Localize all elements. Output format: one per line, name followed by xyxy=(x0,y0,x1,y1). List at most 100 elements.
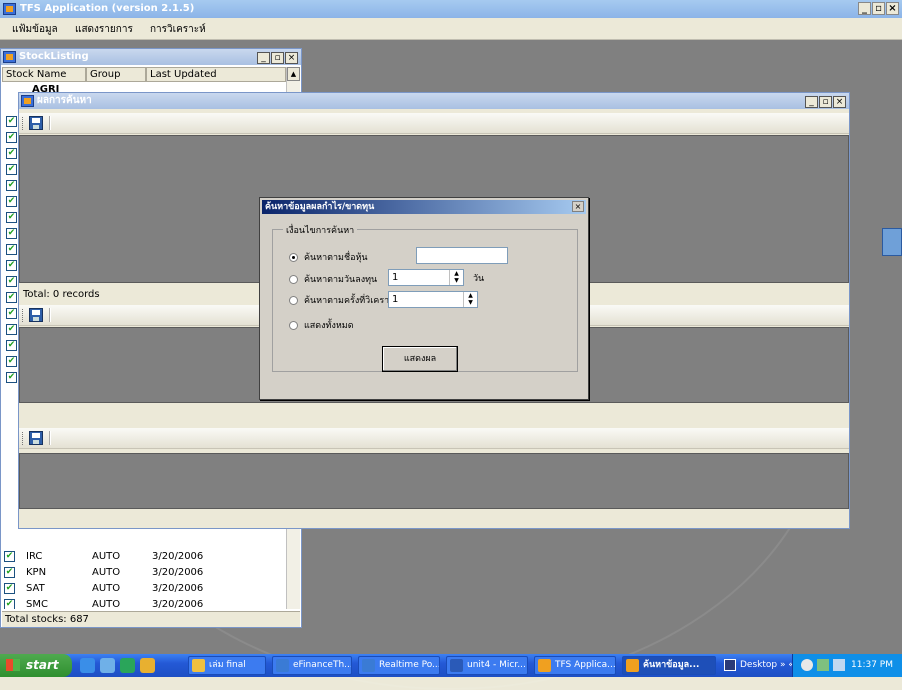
row-checkbox[interactable]: ✔ xyxy=(6,292,17,303)
stock-group-cell: AUTO xyxy=(92,583,121,594)
radio-show-all[interactable]: แสดงทั้งหมด xyxy=(289,318,354,332)
row-checkbox[interactable]: ✔ xyxy=(6,196,17,207)
row-checkbox[interactable]: ✔ xyxy=(6,260,17,271)
stock-listing-title-bar[interactable]: StockListing _ ▫ × xyxy=(1,49,301,65)
menu-list[interactable]: แสดงรายการ xyxy=(75,22,133,37)
result-title-bar[interactable]: ผลการค้นหา _ ▫ × xyxy=(19,93,849,109)
row-checkbox[interactable]: ✔ xyxy=(4,599,15,609)
network-icon[interactable] xyxy=(817,659,829,671)
radio-icon[interactable] xyxy=(289,321,298,330)
ie-icon[interactable] xyxy=(80,658,95,673)
task-button-search[interactable]: ค้นหาข้อมูล... xyxy=(622,656,716,675)
menu-file[interactable]: แฟ้มข้อมูล xyxy=(12,22,58,37)
messenger-icon[interactable] xyxy=(100,658,115,673)
task-button-final[interactable]: เล่ม final xyxy=(188,656,266,675)
result-grid-3[interactable] xyxy=(19,453,849,509)
stock-minimize-button[interactable]: _ xyxy=(257,52,270,64)
column-header-group[interactable]: Group xyxy=(86,67,146,82)
toolbar-grip[interactable] xyxy=(22,117,25,130)
days-stepper[interactable]: 1 ▲ ▼ xyxy=(388,269,464,286)
toolbar-grip[interactable] xyxy=(22,309,25,322)
row-checkbox[interactable]: ✔ xyxy=(6,228,17,239)
radio-search-by-analysis[interactable]: ค้นหาตามครั้งที่วิเคราะห์ xyxy=(289,293,400,307)
stock-name-cell: IRC xyxy=(26,551,43,562)
toolbar-grip[interactable] xyxy=(22,432,25,445)
task-button-realtime[interactable]: Realtime Po... xyxy=(358,656,440,675)
scroll-up-arrow-icon[interactable]: ▲ xyxy=(287,67,300,81)
analysis-spin-buttons[interactable]: ▲ ▼ xyxy=(463,292,477,307)
row-checkbox[interactable]: ✔ xyxy=(6,212,17,223)
app-title-bar[interactable]: TFS Application (version 2.1.5) _ ▫ × xyxy=(0,0,902,18)
radio-search-by-name[interactable]: ค้นหาตามชื่อหุ้น xyxy=(289,250,368,264)
row-checkbox[interactable]: ✔ xyxy=(6,340,17,351)
table-row[interactable]: ✔ SMC AUTO 3/20/2006 xyxy=(2,597,282,609)
column-header-last-updated[interactable]: Last Updated xyxy=(146,67,286,82)
radio-icon[interactable] xyxy=(289,275,298,284)
save-icon[interactable] xyxy=(29,116,43,130)
radio-search-by-date[interactable]: ค้นหาตามวันลงทุน xyxy=(289,272,377,286)
save-icon[interactable] xyxy=(29,308,43,322)
show-results-button[interactable]: แสดงผล xyxy=(382,346,458,372)
volume-icon[interactable] xyxy=(801,659,813,671)
stock-name-input[interactable] xyxy=(416,247,508,264)
media-icon[interactable] xyxy=(120,658,135,673)
start-button[interactable]: start xyxy=(0,654,72,677)
app-icon xyxy=(626,659,639,672)
days-spin-buttons[interactable]: ▲ ▼ xyxy=(449,270,463,285)
ie-page-icon xyxy=(362,659,375,672)
row-checkbox[interactable]: ✔ xyxy=(6,372,17,383)
task-button-efinance[interactable]: eFinanceTh... xyxy=(272,656,352,675)
row-checkbox[interactable]: ✔ xyxy=(4,583,15,594)
desktop-toolbar-label[interactable]: Desktop xyxy=(740,654,777,677)
dialog-title-bar[interactable]: ค้นหาข้อมูลผลกำไร/ขาดทุน × xyxy=(262,200,586,214)
row-checkbox[interactable]: ✔ xyxy=(6,276,17,287)
table-row[interactable]: ✔ SAT AUTO 3/20/2006 xyxy=(2,581,282,597)
app-restore-button[interactable]: ▫ xyxy=(872,2,885,15)
radio-icon[interactable] xyxy=(289,296,298,305)
task-button-tfs[interactable]: TFS Applica... xyxy=(534,656,616,675)
row-checkbox[interactable]: ✔ xyxy=(6,308,17,319)
table-row[interactable]: ✔ IRC AUTO 3/20/2006 xyxy=(2,549,282,565)
result-toolbar-1 xyxy=(19,113,849,134)
dialog-close-button[interactable]: × xyxy=(572,201,584,212)
menu-analysis[interactable]: การวิเคราะห์ xyxy=(150,22,206,37)
language-icon[interactable] xyxy=(724,659,736,671)
spin-up-icon[interactable]: ▲ xyxy=(450,270,463,277)
stock-date-cell: 3/20/2006 xyxy=(152,551,204,562)
row-checkbox[interactable]: ✔ xyxy=(6,148,17,159)
column-header-stock-name[interactable]: Stock Name xyxy=(2,67,86,82)
stock-restore-button[interactable]: ▫ xyxy=(271,52,284,64)
result-close-button[interactable]: × xyxy=(833,96,846,108)
result-minimize-button[interactable]: _ xyxy=(805,96,818,108)
radio-selected-icon[interactable] xyxy=(289,253,298,262)
toolbar-separator xyxy=(49,116,51,130)
row-checkbox[interactable]: ✔ xyxy=(4,567,15,578)
stock-group-cell: AUTO xyxy=(92,599,121,609)
display-icon[interactable] xyxy=(833,659,845,671)
row-checkbox[interactable]: ✔ xyxy=(4,551,15,562)
table-row[interactable]: ✔ KPN AUTO 3/20/2006 xyxy=(2,565,282,581)
task-label: ค้นหาข้อมูล... xyxy=(643,660,700,670)
spin-up-icon[interactable]: ▲ xyxy=(464,292,477,299)
spin-down-icon[interactable]: ▼ xyxy=(450,277,463,284)
toolbar-separator xyxy=(49,308,51,322)
row-checkbox[interactable]: ✔ xyxy=(6,324,17,335)
app-minimize-button[interactable]: _ xyxy=(858,2,871,15)
row-checkbox[interactable]: ✔ xyxy=(6,164,17,175)
row-checkbox[interactable]: ✔ xyxy=(6,244,17,255)
spin-down-icon[interactable]: ▼ xyxy=(464,299,477,306)
analysis-stepper[interactable]: 1 ▲ ▼ xyxy=(388,291,478,308)
row-checkbox[interactable]: ✔ xyxy=(6,116,17,127)
task-button-word[interactable]: unit4 - Micr... xyxy=(446,656,528,675)
stock-close-button[interactable]: × xyxy=(285,52,298,64)
side-scroll-icon[interactable] xyxy=(882,228,902,256)
app-close-button[interactable]: × xyxy=(886,2,899,15)
row-checkbox[interactable]: ✔ xyxy=(6,132,17,143)
result-restore-button[interactable]: ▫ xyxy=(819,96,832,108)
clock[interactable]: 11:37 PM xyxy=(851,654,893,677)
row-checkbox[interactable]: ✔ xyxy=(6,180,17,191)
browser-icon[interactable] xyxy=(140,658,155,673)
save-icon[interactable] xyxy=(29,431,43,445)
app-icon xyxy=(538,659,551,672)
row-checkbox[interactable]: ✔ xyxy=(6,356,17,367)
